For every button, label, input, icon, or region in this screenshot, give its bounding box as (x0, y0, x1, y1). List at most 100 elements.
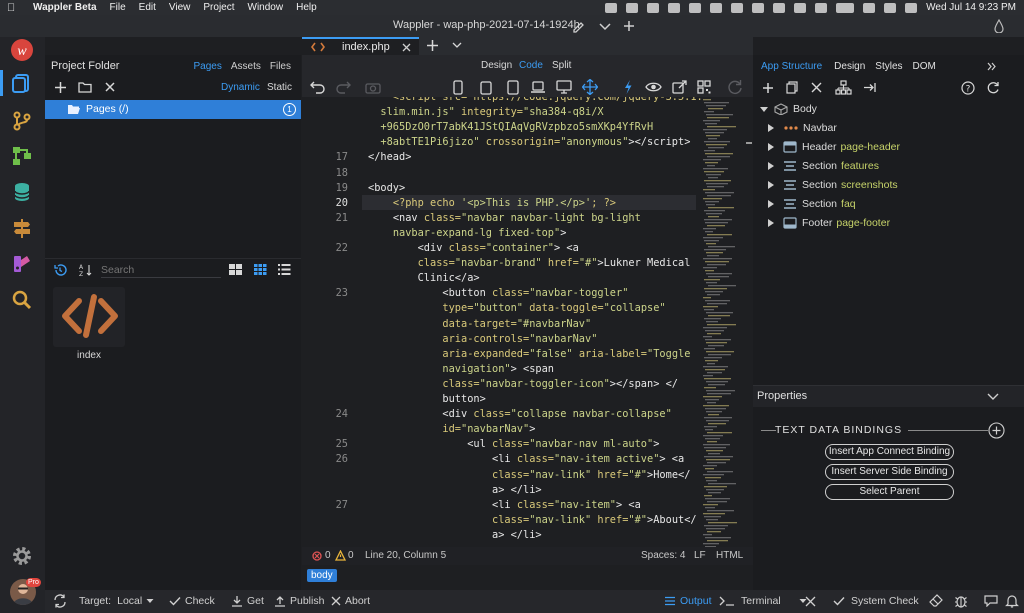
open-browser-icon[interactable] (672, 80, 687, 94)
line-code[interactable]: <ul class="navbar-nav ml-auto"> (368, 437, 659, 452)
line-code[interactable]: <?php echo '<p>This is PHP.</p>'; ?> (368, 196, 616, 211)
view-code[interactable]: Code (519, 60, 543, 71)
system-check-button[interactable]: System Check (833, 595, 919, 607)
full-width-arrows-icon[interactable] (582, 79, 598, 95)
code-minimap[interactable] (701, 99, 737, 547)
collapse-chevron-icon[interactable] (987, 392, 999, 401)
volume-icon[interactable] (815, 2, 828, 13)
menubar-clock[interactable]: Wed Jul 14 9:23 PM (926, 2, 1016, 13)
delete-x-icon[interactable] (811, 82, 822, 93)
code-line[interactable]: <script src="https://code.jquery.com/jqu… (302, 97, 703, 105)
mode-dynamic[interactable]: Dynamic (221, 82, 260, 93)
status-icon-6[interactable] (710, 2, 723, 13)
line-code[interactable]: aria-expanded="false" aria-label="Toggle (368, 347, 690, 362)
edit-pencil-icon[interactable] (571, 19, 585, 33)
select-parent-button[interactable]: Select Parent (825, 484, 954, 500)
tree-node-section-features[interactable]: Section features (767, 156, 879, 175)
folder-icon[interactable] (78, 81, 92, 93)
code-line[interactable]: aria-expanded="false" aria-label="Toggle (302, 347, 697, 362)
status-icon-10[interactable] (794, 2, 807, 13)
code-line[interactable]: 23 <button class="navbar-toggler" (302, 286, 697, 301)
tab-design[interactable]: Design (834, 61, 865, 72)
status-icon-8[interactable] (752, 2, 765, 13)
code-line[interactable]: 20 <?php echo '<p>This is PHP.</p>'; ?> (302, 196, 697, 211)
check-button[interactable]: Check (169, 595, 215, 607)
duplicate-icon[interactable] (786, 81, 798, 94)
new-tab-plus-icon[interactable] (426, 39, 439, 52)
mode-static[interactable]: Static (267, 82, 292, 93)
add-binding-plus-icon[interactable] (988, 422, 1005, 439)
output-tab[interactable]: Output (664, 595, 712, 607)
menu-file[interactable]: File (110, 2, 126, 13)
line-code[interactable]: type="button" data-toggle="collapse" (368, 301, 665, 316)
line-code[interactable]: class="navbar-toggler-icon"></span> </ (368, 377, 678, 392)
database-icon[interactable] (9, 179, 35, 205)
line-code[interactable]: button> (368, 392, 485, 407)
publish-button[interactable]: Publish (274, 595, 324, 607)
device-desktop-icon[interactable] (556, 80, 572, 94)
chevron-down-icon[interactable] (598, 19, 612, 33)
warning-icon[interactable] (335, 550, 346, 561)
search-icon[interactable] (9, 287, 35, 313)
menu-project[interactable]: Project (203, 2, 234, 13)
small-grid-view-icon[interactable] (254, 264, 267, 275)
menu-view[interactable]: View (169, 2, 191, 13)
line-ending[interactable]: LF (694, 550, 706, 561)
cursor-position[interactable]: Line 20, Column 5 (365, 550, 446, 561)
line-number[interactable]: 18 (302, 166, 348, 181)
add-component-icon[interactable] (762, 82, 774, 94)
status-icon-5[interactable] (689, 2, 702, 13)
view-split[interactable]: Split (552, 60, 571, 71)
tab-assets[interactable]: Assets (231, 61, 261, 72)
device-tablet-icon[interactable] (506, 80, 520, 95)
caret-down-icon[interactable] (759, 104, 769, 114)
breadcrumb-body[interactable]: body (307, 569, 337, 582)
code-line[interactable]: aria-controls="navbarNav" (302, 332, 697, 347)
line-number[interactable]: 21 (302, 211, 348, 226)
notifications-bell-icon[interactable] (1005, 594, 1019, 608)
line-code[interactable]: +8abtTE1Pi6jizo" crossorigin="anonymous"… (368, 135, 690, 150)
wifi-icon[interactable] (863, 2, 876, 13)
line-code[interactable]: a> </li> (368, 528, 542, 543)
line-code[interactable]: <script src="https://code.jquery.com/jqu… (368, 97, 703, 105)
editor-scrollbar[interactable] (745, 97, 753, 547)
device-phone-landscape-icon[interactable] (480, 80, 492, 95)
line-code[interactable]: Clinic</a> (368, 271, 480, 286)
status-icon-1[interactable] (605, 2, 618, 13)
code-line[interactable]: navbar-expand-lg fixed-top"> (302, 226, 697, 241)
move-into-icon[interactable] (863, 82, 876, 93)
caret-right-icon[interactable] (767, 161, 775, 171)
tab-files[interactable]: Files (270, 61, 291, 72)
language-mode[interactable]: HTML (716, 550, 743, 561)
list-view-icon[interactable] (278, 264, 291, 275)
tab-app-structure[interactable]: App Structure (761, 61, 822, 72)
tab-dom[interactable]: DOM (913, 61, 936, 72)
git-icon[interactable] (9, 108, 35, 134)
code-line[interactable]: class="navbar-toggler-icon"></span> </ (302, 377, 697, 392)
spotlight-icon[interactable] (884, 2, 897, 13)
themes-icon[interactable] (9, 251, 35, 277)
target-selector[interactable]: Target: Local (79, 595, 154, 607)
insert-server-side-binding-button[interactable]: Insert Server Side Binding (825, 464, 954, 480)
status-icon-9[interactable] (773, 2, 786, 13)
abort-button[interactable]: Abort (331, 595, 370, 607)
workflow-icon[interactable] (9, 143, 35, 169)
code-line[interactable]: 19 <body> (302, 181, 697, 196)
line-number[interactable]: 26 (302, 452, 348, 467)
tree-node-header[interactable]: Header page-header (767, 137, 900, 156)
menu-app-name[interactable]: Wappler Beta (33, 2, 97, 13)
menu-window[interactable]: Window (248, 2, 284, 13)
status-icon-3[interactable] (647, 2, 660, 13)
code-line[interactable]: a> </li> (302, 483, 697, 498)
terminal-tab[interactable]: Terminal (719, 595, 807, 607)
sync-icon[interactable] (53, 594, 67, 608)
line-code[interactable]: </head> (368, 150, 411, 165)
control-center-icon[interactable] (905, 2, 918, 13)
status-icon-7[interactable] (731, 2, 744, 13)
indent-spaces[interactable]: Spaces: 4 (641, 550, 685, 561)
menu-help[interactable]: Help (296, 2, 317, 13)
drop-icon[interactable] (993, 19, 1005, 33)
line-number[interactable]: 23 (302, 286, 348, 301)
code-line[interactable]: slim.min.js" integrity="sha384-q8i/X (302, 105, 697, 120)
code-line[interactable]: 17 </head> (302, 150, 697, 165)
